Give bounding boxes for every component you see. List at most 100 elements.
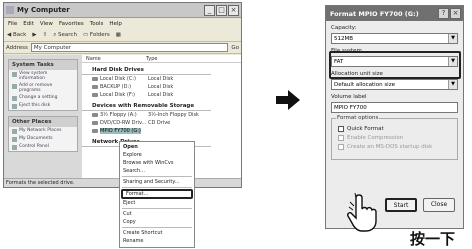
- task-change-setting[interactable]: Change a setting: [9, 94, 77, 102]
- address-bar: Address My Computer Go: [4, 42, 241, 54]
- volume-label: Volume label: [331, 94, 367, 100]
- menu-search[interactable]: Search...: [120, 167, 194, 175]
- menu-tools[interactable]: Tools: [90, 21, 104, 27]
- dialog-title-bar: Format MPIO FY700 (G:) ? ×: [326, 6, 463, 21]
- place-control-panel[interactable]: Control Panel: [9, 143, 77, 151]
- drive-row-selected[interactable]: MPIO FY700 (G:): [82, 127, 241, 135]
- menu-rename[interactable]: Rename: [120, 237, 194, 245]
- cd-drive-icon: [92, 121, 98, 125]
- group-header: Hard Disk Drives: [82, 63, 211, 75]
- group-header: Devices with Removable Storage: [82, 99, 211, 111]
- task-add-remove[interactable]: Add or remove programs: [9, 82, 77, 94]
- pointing-hand-icon: [347, 193, 377, 232]
- programs-icon: [12, 84, 17, 89]
- menu-file[interactable]: File: [8, 21, 17, 27]
- floppy-icon: [92, 113, 98, 117]
- menu-open[interactable]: Open: [120, 143, 194, 151]
- other-places-panel: Other Places My Network Places My Docume…: [8, 116, 78, 152]
- title-bar: My Computer _ □ ×: [4, 3, 241, 18]
- hard-disk-icon: [92, 77, 98, 81]
- enable-compression-checkbox[interactable]: Enable Compression: [332, 133, 457, 142]
- right-arrow-icon: [276, 90, 300, 110]
- menu-bar: File Edit View Favorites Tools Help: [4, 18, 241, 29]
- forward-icon[interactable]: ▶: [32, 32, 36, 38]
- hard-disk-icon: [92, 93, 98, 97]
- drive-row[interactable]: BACKUP (D:) Local Disk: [82, 83, 241, 91]
- menu-create-shortcut[interactable]: Create Shortcut: [120, 229, 194, 237]
- go-button[interactable]: Go: [231, 45, 239, 51]
- other-places-header[interactable]: Other Places: [9, 117, 77, 127]
- system-tasks-header[interactable]: System Tasks: [9, 60, 77, 70]
- search-button[interactable]: ⌕ Search: [53, 32, 77, 39]
- network-icon: [12, 129, 17, 134]
- checkbox-icon: [338, 125, 344, 132]
- checkbox-icon: [338, 134, 344, 141]
- capacity-label: Capacity:: [331, 25, 357, 31]
- menu-format[interactable]: Format...: [121, 189, 193, 199]
- menu-cut[interactable]: Cut: [120, 210, 194, 218]
- startup-disk-checkbox[interactable]: Create an MS-DOS startup disk: [332, 142, 457, 151]
- folder-icon: ▭: [82, 32, 89, 38]
- menu-edit[interactable]: Edit: [23, 21, 34, 27]
- menu-sharing[interactable]: Sharing and Security...: [120, 178, 194, 186]
- format-options-group: Format options Quick Format Enable Compr…: [331, 115, 458, 160]
- task-eject[interactable]: Eject this disk: [9, 102, 77, 110]
- col-type[interactable]: Type: [146, 56, 157, 62]
- search-icon: ⌕: [53, 31, 57, 38]
- info-icon: [12, 72, 17, 77]
- menu-favorites[interactable]: Favorites: [59, 21, 84, 27]
- removable-disk-icon: [92, 129, 98, 133]
- chevron-down-icon: ▼: [448, 80, 457, 89]
- menu-browse-wincvs[interactable]: Browse with WinCvs: [120, 159, 194, 167]
- address-label: Address: [6, 44, 28, 51]
- drive-row[interactable]: Local Disk (F:) Local Disk: [82, 91, 241, 99]
- context-menu: Open Explore Browse with WinCvs Search..…: [119, 141, 195, 248]
- allocation-select[interactable]: Default allocation size ▼: [331, 79, 458, 90]
- views-icon[interactable]: ▦: [116, 32, 121, 38]
- back-button[interactable]: ◀ Back: [7, 32, 26, 38]
- menu-explore[interactable]: Explore: [120, 151, 194, 159]
- back-icon: ◀: [7, 32, 12, 38]
- place-network[interactable]: My Network Places: [9, 127, 77, 135]
- menu-separator: [122, 208, 192, 209]
- help-button[interactable]: ?: [438, 8, 449, 19]
- menu-eject[interactable]: Eject: [120, 199, 194, 207]
- menu-separator: [122, 176, 192, 177]
- up-icon[interactable]: ⇧: [43, 32, 48, 38]
- capacity-select[interactable]: 512MB ▼: [331, 33, 458, 44]
- close-button[interactable]: ×: [228, 4, 239, 16]
- press-once-label: 按一下: [410, 230, 456, 248]
- system-tasks-panel: System Tasks View system information Add…: [8, 59, 78, 111]
- menu-help[interactable]: Help: [109, 21, 122, 27]
- maximize-button[interactable]: □: [216, 4, 227, 16]
- task-pane: System Tasks View system information Add…: [4, 55, 82, 178]
- file-system-highlight: [329, 51, 461, 79]
- checkbox-icon: [338, 143, 344, 150]
- settings-icon: [12, 96, 17, 101]
- volume-input[interactable]: MPIO FY700: [331, 102, 458, 113]
- close-button[interactable]: Close: [423, 198, 455, 212]
- address-input[interactable]: My Computer: [30, 43, 229, 52]
- drive-row[interactable]: DVD/CD-RW Driv... CD Drive: [82, 119, 241, 127]
- menu-view[interactable]: View: [40, 21, 53, 27]
- folders-button[interactable]: ▭ Folders: [83, 32, 110, 38]
- drive-row[interactable]: Local Disk (C:) Local Disk: [82, 75, 241, 83]
- format-options-label: Format options: [336, 115, 380, 121]
- documents-icon: [12, 137, 17, 142]
- quick-format-checkbox[interactable]: Quick Format: [332, 124, 457, 133]
- start-button[interactable]: Start: [385, 198, 417, 212]
- menu-copy[interactable]: Copy: [120, 218, 194, 226]
- col-name[interactable]: Name: [82, 56, 146, 62]
- column-header: Name Type: [82, 55, 241, 63]
- minimize-button[interactable]: _: [204, 4, 215, 16]
- drive-row[interactable]: 3½ Floppy (A:) 3½-Inch Floppy Disk: [82, 111, 241, 119]
- hard-disk-icon: [92, 85, 98, 89]
- eject-icon: [12, 104, 17, 109]
- control-panel-icon: [12, 145, 17, 150]
- window-title: My Computer: [17, 6, 70, 14]
- computer-icon: [6, 6, 14, 14]
- task-view-system-info[interactable]: View system information: [9, 70, 77, 82]
- dialog-close-button[interactable]: ×: [450, 8, 461, 19]
- chevron-down-icon: ▼: [448, 34, 457, 43]
- place-documents[interactable]: My Documents: [9, 135, 77, 143]
